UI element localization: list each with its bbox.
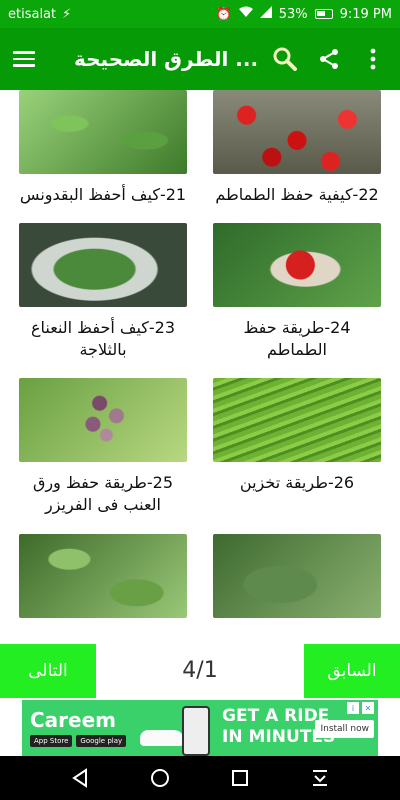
app-store-badge: App Store [30,735,73,747]
pager: التالى 4/1 السابق [0,644,400,700]
alarm-icon: ⏰ [215,6,232,22]
battery-percent: 53% [278,6,308,22]
phone-icon [182,706,210,756]
clock: 9:19 PM [339,6,392,22]
page-indicator: 4/1 [182,658,218,683]
list-item[interactable]: 26-طريقة تخزين [213,378,381,494]
carrier-label: etisalat [8,6,57,22]
share-icon[interactable] [316,46,342,72]
hamburger-menu-icon[interactable] [8,43,40,75]
list-item[interactable]: 21-كيف أحفظ البقدونس [19,90,187,206]
mint-bowl-image [19,223,187,307]
tomatoes-bag-image [213,223,381,307]
list-item[interactable]: 25-طريقة حفظ ورق العنب فى الفريزر [19,378,187,516]
ad-banner[interactable]: Careem App Store Google play GET A RIDE … [22,700,378,756]
next-button[interactable]: التالى [0,644,96,698]
home-icon[interactable] [145,763,175,793]
list-item[interactable]: 23-كيف أحفظ النعناع بالثلاجة [19,223,187,361]
card-caption: 21-كيف أحفظ البقدونس [19,185,187,204]
grapes-image [19,378,187,462]
ad-brand: Careem [30,708,117,732]
system-nav-bar [0,756,400,800]
tomatoes-image [213,90,381,174]
card-caption: 24-طريقة حفظ الطماطم [243,318,351,359]
install-now-button[interactable]: Install now [315,720,374,738]
mint-leaves-image [19,534,187,618]
parsley-image [19,90,187,174]
notification-pull-icon[interactable] [305,763,335,793]
app-bar: الطرق الصحيحة ... [0,28,400,90]
card-caption: 26-طريقة تخزين [239,473,355,492]
ad-close-icon[interactable]: ✕ [362,702,374,714]
list-item[interactable]: 22-كيفية حفظ الطماطم [213,90,381,206]
battery-icon [314,9,333,19]
grape-leaves-image [213,534,381,618]
green-beans-image [213,378,381,462]
page-title: الطرق الصحيحة ... [74,47,259,71]
list-item[interactable] [213,534,381,618]
back-icon[interactable] [65,763,95,793]
previous-button[interactable]: السابق [304,644,400,698]
card-caption: 22-كيفية حفظ الطماطم [215,185,379,204]
more-options-icon[interactable] [360,46,386,72]
search-icon[interactable] [272,46,298,72]
ad-info-icon[interactable]: i [347,702,359,714]
status-bar: etisalat ⚡ ⏰ 53% 9:19 PM [0,0,400,28]
list-item[interactable] [19,534,187,618]
car-icon [140,730,184,746]
article-grid: 22-كيفية حفظ الطماطم 21-كيف أحفظ البقدون… [0,90,400,644]
wifi-icon [238,6,253,22]
signal-icon [259,6,272,22]
list-item[interactable]: 24-طريقة حفظ الطماطم [213,223,381,361]
usb-icon: ⚡ [62,6,72,22]
card-caption: 23-كيف أحفظ النعناع بالثلاجة [30,318,176,359]
recents-icon[interactable] [225,763,255,793]
card-caption: 25-طريقة حفظ ورق العنب فى الفريزر [32,473,174,514]
google-play-badge: Google play [76,735,127,747]
